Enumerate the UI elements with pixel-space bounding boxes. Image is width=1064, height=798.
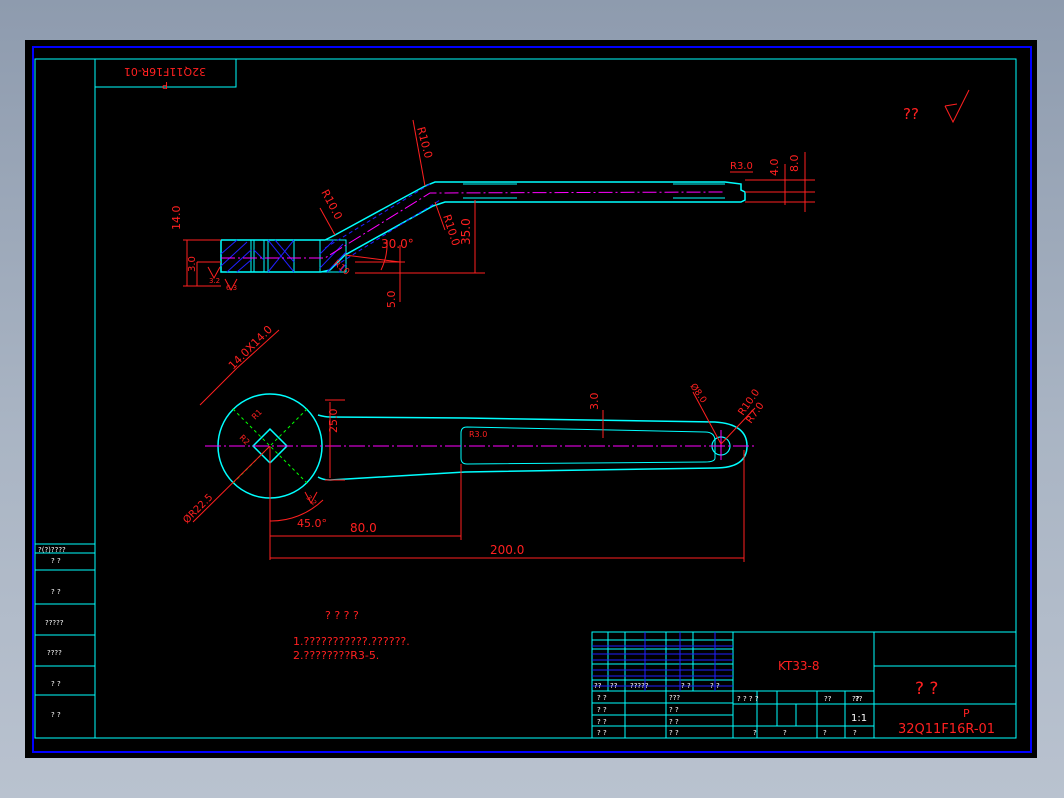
plan-view: 14.0X14.0 25.0 3.0 R3.0 Ø8.0 R10.0 R7.0 … [181, 323, 767, 562]
side-view-hatching [220, 239, 347, 273]
dim-3: 3.0 [187, 256, 198, 272]
side-dim-lines [183, 119, 815, 302]
title-block-texts: KT33-8 ? ? P 32Q11F16R-01 1:1 ?? ?? ????… [594, 659, 995, 737]
bottom-cell: ? [783, 729, 787, 737]
hdr-cell: ?? [594, 682, 602, 690]
technical-notes: ? ? ? ? 1.???????????.??????. 2.????????… [293, 609, 410, 662]
drawing-sheet: 32Q11F16R-01 P ?? 14.0 3.0 R10.0 R10.0 R… [25, 40, 1037, 758]
left-strip-row: ? ? [51, 680, 61, 688]
left-strip-row: ? ? [51, 557, 61, 565]
mid-cell: ??? [669, 694, 680, 702]
notes-title: ? ? ? ? [325, 609, 359, 622]
dim-5: 5.0 [385, 291, 398, 309]
inner-frame [34, 58, 1017, 739]
dim-angle-30: 30.0° [381, 237, 414, 251]
sign-cell: ? ? [597, 729, 607, 737]
dim-80: 80.0 [350, 521, 377, 535]
dim-small-1: R1 [250, 408, 264, 422]
dim-r3: R3.0 [730, 161, 753, 172]
dim-3-plan: 3.0 [588, 393, 601, 411]
dim-14: 14.0 [170, 206, 183, 231]
outer-frame [32, 46, 1032, 753]
dim-r10-left: R10.0 [318, 187, 345, 221]
dim-d8: Ø8.0 [688, 381, 709, 405]
roughness-symbol-icon [944, 89, 970, 124]
flipped-letter: P [162, 79, 168, 90]
stage-cell: ?? [824, 695, 832, 703]
dim-square: 14.0X14.0 [226, 323, 275, 372]
left-strip-row: ? ? [51, 588, 61, 596]
dim-r3-plan: R3.0 [469, 430, 487, 439]
stage-cell: ? ? ? ? [737, 695, 759, 703]
hdr-cell: ? ? [710, 682, 720, 690]
left-strip-row: ???? [47, 649, 62, 657]
bottom-cell: ? [823, 729, 827, 737]
stage-cell: ?? [855, 695, 863, 703]
dim-r225: ØR22.5 [181, 491, 216, 526]
dim-r10-low: R10 [331, 259, 351, 278]
drawing-letter: P [963, 707, 970, 720]
left-record-strip [34, 543, 96, 739]
flipped-drawing-no: 32Q11F16R-01 [124, 65, 206, 78]
plan-handle-outline [317, 414, 748, 481]
mid-cell: ? ? [669, 706, 679, 714]
hdr-cell: ?? [610, 682, 618, 690]
rough-val-2: 6.3 [226, 284, 237, 292]
hdr-cell: ? ? [681, 682, 691, 690]
left-strip-texts: ?(?)???? ? ? ? ? ????? ???? ? ? ? ? [38, 546, 66, 719]
notes-line-2: 2.????????R3-5. [293, 649, 379, 662]
mid-cell: ? ? [669, 729, 679, 737]
left-strip-row: ? ? [51, 711, 61, 719]
drawing-number: 32Q11F16R-01 [898, 722, 995, 737]
cad-drawing: 32Q11F16R-01 P ?? 14.0 3.0 R10.0 R10.0 R… [32, 46, 1032, 753]
notes-line-1: 1.???????????.??????. [293, 635, 410, 648]
part-code: KT33-8 [778, 659, 820, 673]
sign-cell: ? ? [597, 706, 607, 714]
side-view: 14.0 3.0 R10.0 R10.0 R10.0 R10 30.0° 35.… [170, 119, 815, 309]
flipped-code-group: 32Q11F16R-01 P [124, 65, 206, 90]
roughness-note: ?? [903, 105, 919, 123]
sign-cell: ? ? [597, 694, 607, 702]
hdr-cell: ????? [630, 682, 649, 690]
sign-cell: ? ? [597, 718, 607, 726]
dim-angle-45: 45.0° [297, 517, 327, 530]
left-strip-header: ?(?)???? [38, 546, 66, 554]
mid-cell: ? ? [669, 718, 679, 726]
dim-35: 35.0 [459, 218, 473, 245]
dim-4: 4.0 [768, 159, 781, 177]
dim-200: 200.0 [490, 543, 524, 557]
bottom-cell: ? [753, 729, 757, 737]
dim-8: 8.0 [788, 155, 801, 173]
left-strip-row: ????? [45, 619, 64, 627]
dim-small-2: R2 [238, 433, 252, 447]
bottom-cell: ? [853, 729, 857, 737]
material-label: ? ? [915, 679, 938, 699]
scale-value: 1:1 [851, 713, 867, 724]
rough-val-1: 3.2 [209, 277, 220, 285]
dim-25: 25.0 [327, 409, 340, 434]
